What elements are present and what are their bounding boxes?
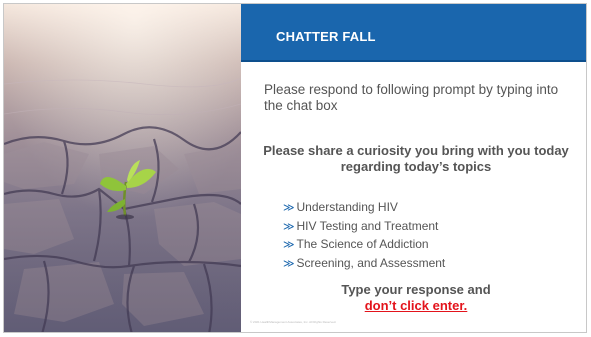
copyright-footer: © 2021 HealthManagement Associates, Inc.… <box>250 320 337 324</box>
instruction-text: Please respond to following prompt by ty… <box>264 82 559 113</box>
topic-label: The Science of Addiction <box>296 237 429 251</box>
topic-item: ≫ Understanding HIV <box>283 199 445 218</box>
topic-label: HIV Testing and Treatment <box>296 218 439 233</box>
slide-header: CHATTER FALL <box>241 4 586 62</box>
prompt-question: Please share a curiosity you bring with … <box>263 143 569 174</box>
topic-item: ≫ Screening, and Assessment <box>283 255 445 274</box>
photo-illustration <box>4 4 241 332</box>
topics-list: ≫ Understanding HIV ≫ HIV Testing and Trea… <box>283 199 445 273</box>
double-chevron-icon: ≫ <box>283 257 295 270</box>
topic-label: Understanding HIV <box>296 200 398 214</box>
call-to-action: Type your response and don’t click enter… <box>258 282 574 314</box>
double-chevron-icon: ≫ <box>283 202 295 214</box>
seedling-cracked-ground-photo <box>4 4 241 332</box>
topic-label: Screening, and Assessment <box>296 255 446 270</box>
topic-item: ≫ HIV Testing and Treatment <box>283 218 445 237</box>
topic-item: ≫ The Science of Addiction <box>283 236 445 255</box>
double-chevron-icon: ≫ <box>283 220 295 233</box>
double-chevron-icon: ≫ <box>283 239 295 251</box>
cta-line: Type your response and <box>341 282 491 297</box>
cta-warning: don’t click enter. <box>364 298 468 313</box>
slide-title: CHATTER FALL <box>276 29 376 44</box>
header-divider <box>241 60 586 62</box>
